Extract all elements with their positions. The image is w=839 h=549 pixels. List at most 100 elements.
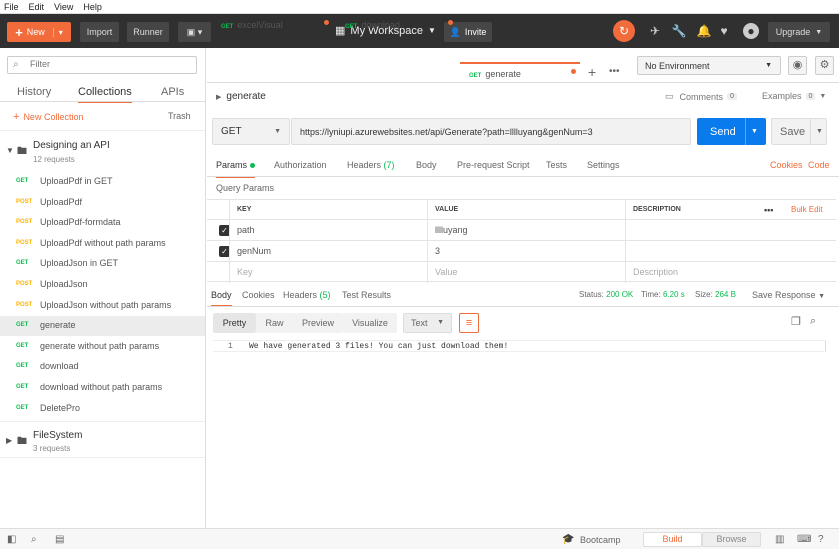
menu-edit[interactable]: Edit [29,0,45,14]
sidebar-request-item[interactable]: GET generate without path params [0,337,205,357]
tab-authorization[interactable]: Authorization [274,160,327,170]
param-description[interactable] [625,241,836,262]
filter-input[interactable] [30,59,190,69]
caret-down-icon[interactable]: ▼ [6,146,14,155]
sidebar-request-item[interactable]: POST UploadPdf [0,193,205,213]
caret-right-icon[interactable]: ▶ [216,93,221,101]
url-input[interactable]: https://lyniupi.azurewebsites.net/api/Ge… [291,118,691,145]
param-key[interactable]: genNum [229,241,427,262]
trash-button[interactable]: Trash [168,111,191,121]
heart-icon[interactable]: ♥ [716,23,732,39]
new-button[interactable]: + New ▾ [7,22,71,42]
format-visualize[interactable]: Visualize [343,313,397,333]
response-code[interactable]: We have generated 3 files! You can just … [249,342,508,351]
param-value[interactable]: lllluyang [427,220,625,241]
send-button[interactable]: Send ▼ [697,118,766,145]
sidebar-request-item[interactable]: GET download [0,357,205,377]
search-icon[interactable]: ⌕ [810,315,816,328]
collection-item[interactable]: ▼ 🖿 Designing an API 12 requests [0,130,205,166]
bootcamp-link[interactable]: Bootcamp [580,535,621,545]
gear-icon[interactable]: ⚙ [815,56,834,75]
sidebar-request-item[interactable]: POST UploadJson without path params [0,296,205,316]
sync-icon[interactable]: ↻ [613,20,635,42]
runner-button[interactable]: Runner [127,22,169,42]
key-placeholder[interactable]: Key [229,262,427,283]
response-tab-cookies[interactable]: Cookies [242,290,275,300]
table-row: ✓ path lllluyang [207,219,836,241]
build-button[interactable]: Build [643,532,702,547]
comments-button[interactable]: ▭ Comments 0 [665,91,737,102]
menu-view[interactable]: View [54,0,73,14]
filter-field[interactable]: ⌕ [7,56,197,74]
examples-button[interactable]: Examples 0 ▼ [762,91,826,101]
sidebar-request-item[interactable]: POST UploadPdf without path params [0,234,205,254]
sidebar-request-item[interactable]: GET DeletePro [0,399,205,419]
sidebar-request-item[interactable]: GET UploadJson in GET [0,254,205,274]
value-placeholder[interactable]: Value [427,262,625,283]
add-tab-icon[interactable]: + [588,64,596,80]
param-key[interactable]: path [229,220,427,241]
environment-select[interactable]: No Environment ▼ [637,56,781,75]
wrench-icon[interactable]: 🔧 [671,23,687,39]
bell-icon[interactable]: 🔔 [696,23,712,39]
two-pane-icon[interactable]: ▥ [775,534,784,545]
method-select[interactable]: GET ▼ [212,118,290,145]
new-window-button[interactable]: ▣ ▾ [178,22,211,42]
menu-file[interactable]: File [4,0,19,14]
more-icon[interactable]: ••• [757,200,787,221]
save-button[interactable]: Save ▼ [771,118,827,145]
sidebar-toggle-icon[interactable]: ◧ [7,534,16,545]
collection-item[interactable]: ▶ 🖿 FileSystem 3 requests [0,421,205,457]
bulk-edit-link[interactable]: Bulk Edit [784,200,836,221]
tab-apis[interactable]: APIs [161,86,184,98]
save-response-button[interactable]: Save Response ▼ [752,290,825,300]
search-icon[interactable]: ⌕ [31,534,37,545]
help-icon[interactable]: ? [818,534,824,545]
text-type-select[interactable]: Text ▼ [403,313,452,333]
code-link[interactable]: Code [808,160,830,170]
request-title[interactable]: ▶ generate [216,91,266,102]
menu-help[interactable]: Help [83,0,102,14]
sidebar-request-item[interactable]: GET download without path params [0,378,205,398]
console-icon[interactable]: ▤ [55,534,64,545]
avatar[interactable]: ● [743,23,759,39]
description-placeholder[interactable]: Description [625,262,836,283]
sidebar-request-item[interactable]: GET UploadPdf in GET [0,172,205,192]
satellite-icon[interactable]: ✈ [647,23,663,39]
tab-settings[interactable]: Settings [587,160,620,170]
sidebar-request-item[interactable]: POST UploadPdf-formdata [0,213,205,233]
tab-body[interactable]: Body [416,160,437,170]
upgrade-button[interactable]: Upgrade ▼ [768,22,830,42]
eye-icon[interactable]: ◉ [788,56,807,75]
sidebar-request-item[interactable]: POST UploadJson [0,275,205,295]
wrap-lines-icon[interactable]: ≡ [459,313,479,333]
format-preview[interactable]: Preview [293,313,343,333]
more-icon[interactable]: ••• [609,66,620,77]
request-tab-active[interactable]: GET generate [460,62,580,83]
request-list: GET UploadPdf in GET POST UploadPdf POST Uplo… [0,172,205,422]
tab-history[interactable]: History [17,86,51,98]
format-pretty[interactable]: Pretty [213,313,256,333]
copy-icon[interactable]: ❐ [791,315,801,328]
response-tab-test-results[interactable]: Test Results [342,290,391,300]
tab-headers[interactable]: Headers (7) [347,160,395,170]
param-description[interactable] [625,220,836,241]
new-collection-button[interactable]: + New Collection [13,111,83,123]
browse-button[interactable]: Browse [702,532,761,547]
caret-right-icon[interactable]: ▶ [6,436,12,445]
request-tab[interactable]: GET download [336,14,458,35]
keyboard-icon[interactable]: ⌨ [797,534,811,545]
import-button[interactable]: Import [80,22,119,42]
param-value[interactable]: 3 [427,241,625,262]
response-tab-headers[interactable]: Headers (5) [283,290,331,300]
cookies-link[interactable]: Cookies [770,160,803,170]
format-raw[interactable]: Raw [256,313,293,333]
request-tab[interactable]: GET excelVisual [212,14,334,35]
chevron-down-icon[interactable]: ▼ [810,119,823,144]
chevron-down-icon[interactable]: ▼ [745,118,758,145]
response-tab-body[interactable]: Body [211,290,232,307]
tab-tests[interactable]: Tests [546,160,567,170]
tab-prerequest-script[interactable]: Pre-request Script [457,160,530,170]
sidebar-request-item[interactable]: GET generate [0,316,205,337]
chevron-down-icon[interactable]: ▾ [52,27,63,37]
